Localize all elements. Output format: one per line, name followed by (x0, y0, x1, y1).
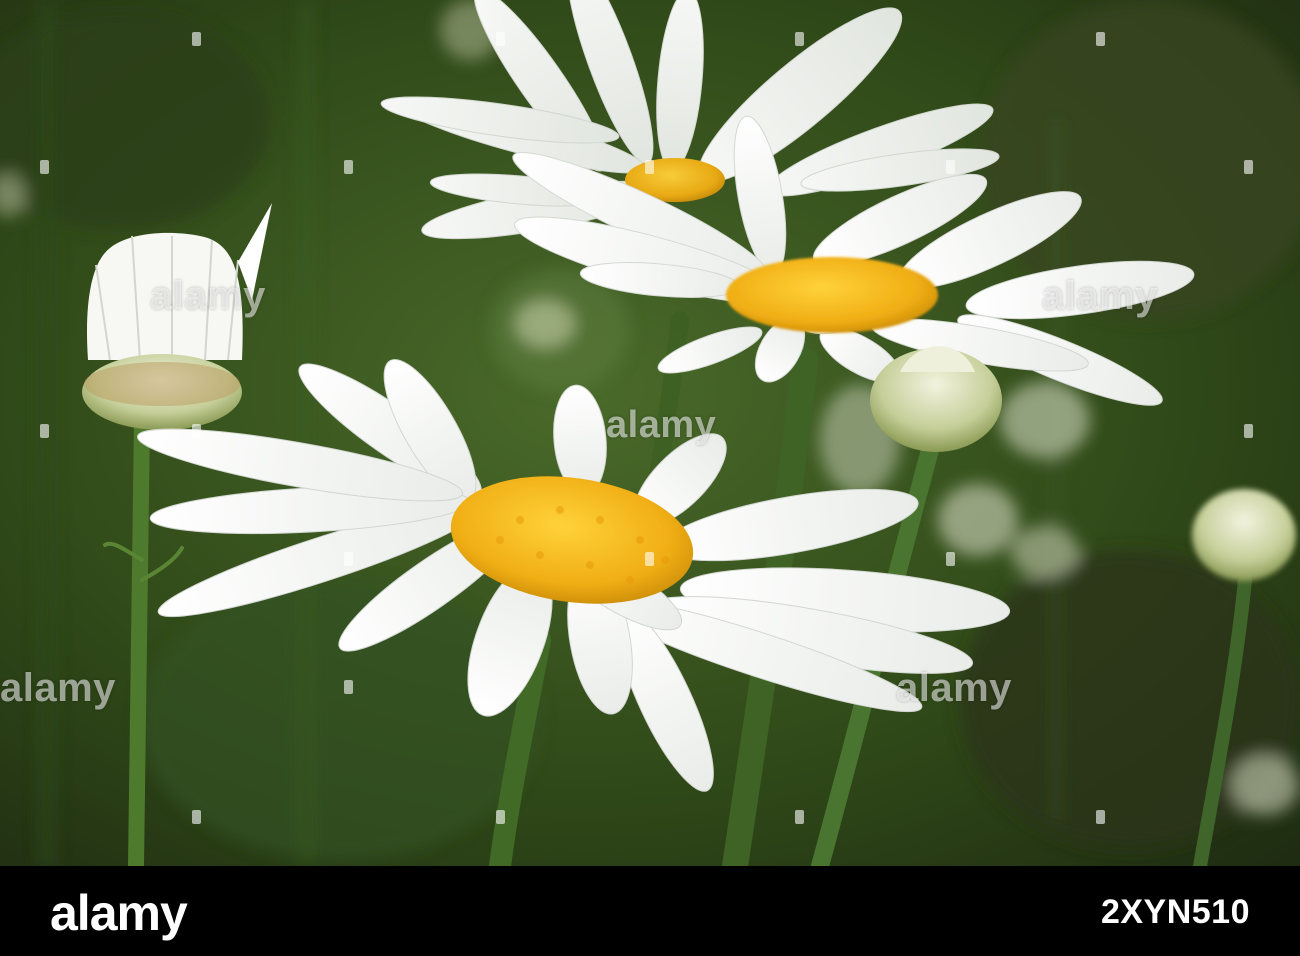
watermark-mark (40, 424, 49, 438)
watermark-mark (795, 32, 804, 46)
watermark-mark (192, 32, 201, 46)
watermark-mark (946, 160, 955, 174)
watermark-mark (40, 160, 49, 174)
stock-photo-frame: alamy alamy alamy alamy alamy alamy 2XYN… (0, 0, 1300, 956)
watermark-mark (1244, 160, 1253, 174)
watermark-mark (946, 552, 955, 566)
watermark-alamy: alamy (896, 666, 1012, 710)
watermark-mark (344, 160, 353, 174)
watermark-mark (344, 552, 353, 566)
watermark-mark (192, 810, 201, 824)
watermark-mark (344, 680, 353, 694)
watermark-mark (1096, 32, 1105, 46)
watermark-mark (1244, 424, 1253, 438)
alamy-logo: alamy (50, 885, 188, 941)
watermark-alamy: alamy (150, 274, 266, 318)
watermark-mark (795, 810, 804, 824)
watermark-alamy: alamy (1042, 274, 1158, 318)
footer-bar: alamy 2XYN510 (0, 866, 1300, 956)
watermark-mark (1096, 810, 1105, 824)
watermark-alamy: alamy (0, 666, 116, 710)
watermark-mark (192, 424, 201, 438)
watermark-alamy: alamy (606, 404, 717, 446)
watermark-mark (496, 32, 505, 46)
watermark-mark (496, 810, 505, 824)
watermark-mark (645, 160, 654, 174)
image-id: 2XYN510 (1100, 893, 1250, 931)
watermark-mark (645, 552, 654, 566)
